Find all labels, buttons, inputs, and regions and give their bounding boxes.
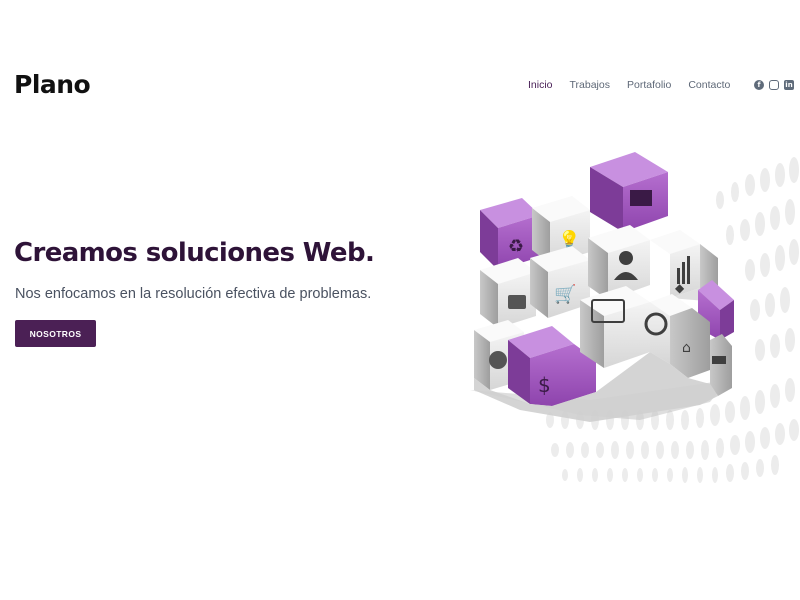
hero-subtitle: Nos enfocamos en la resolución efectiva … — [15, 286, 372, 302]
cube-illustration: ♻ 💡 🛒 ◆ $ ⌂ — [470, 152, 799, 483]
instagram-icon[interactable] — [769, 80, 779, 90]
nav-item-trabajos[interactable]: Trabajos — [570, 79, 610, 91]
cube-folder — [590, 152, 668, 232]
nav-item-inicio[interactable]: Inicio — [528, 79, 553, 91]
money-bag-icon: $ — [538, 373, 551, 397]
facebook-icon[interactable]: f — [754, 80, 764, 90]
folder-icon — [630, 190, 652, 206]
price-tag-icon: ⌂ — [682, 340, 691, 356]
tag-icon: ◆ — [675, 281, 685, 295]
cube-wallet — [710, 334, 732, 396]
recycle-icon: ♻ — [508, 236, 524, 257]
logo[interactable]: Plano — [14, 70, 91, 99]
nav-item-contacto[interactable]: Contacto — [688, 79, 730, 91]
cube-lock — [480, 258, 536, 328]
cube-card — [580, 286, 650, 368]
lock-icon — [508, 295, 526, 309]
nav-item-portafolio[interactable]: Portafolio — [627, 79, 671, 91]
cube-price-tag: ⌂ — [670, 308, 710, 378]
wallet-icon — [712, 356, 726, 364]
check-icon — [489, 351, 507, 369]
user-icon — [619, 251, 633, 265]
social-links: f in — [754, 80, 794, 90]
linkedin-icon[interactable]: in — [784, 80, 794, 90]
main-nav: Inicio Trabajos Portafolio Contacto — [528, 79, 747, 91]
hero-title: Creamos soluciones Web. — [14, 238, 375, 268]
cart-icon: 🛒 — [554, 283, 576, 305]
nosotros-button[interactable]: NOSOTROS — [15, 320, 96, 347]
